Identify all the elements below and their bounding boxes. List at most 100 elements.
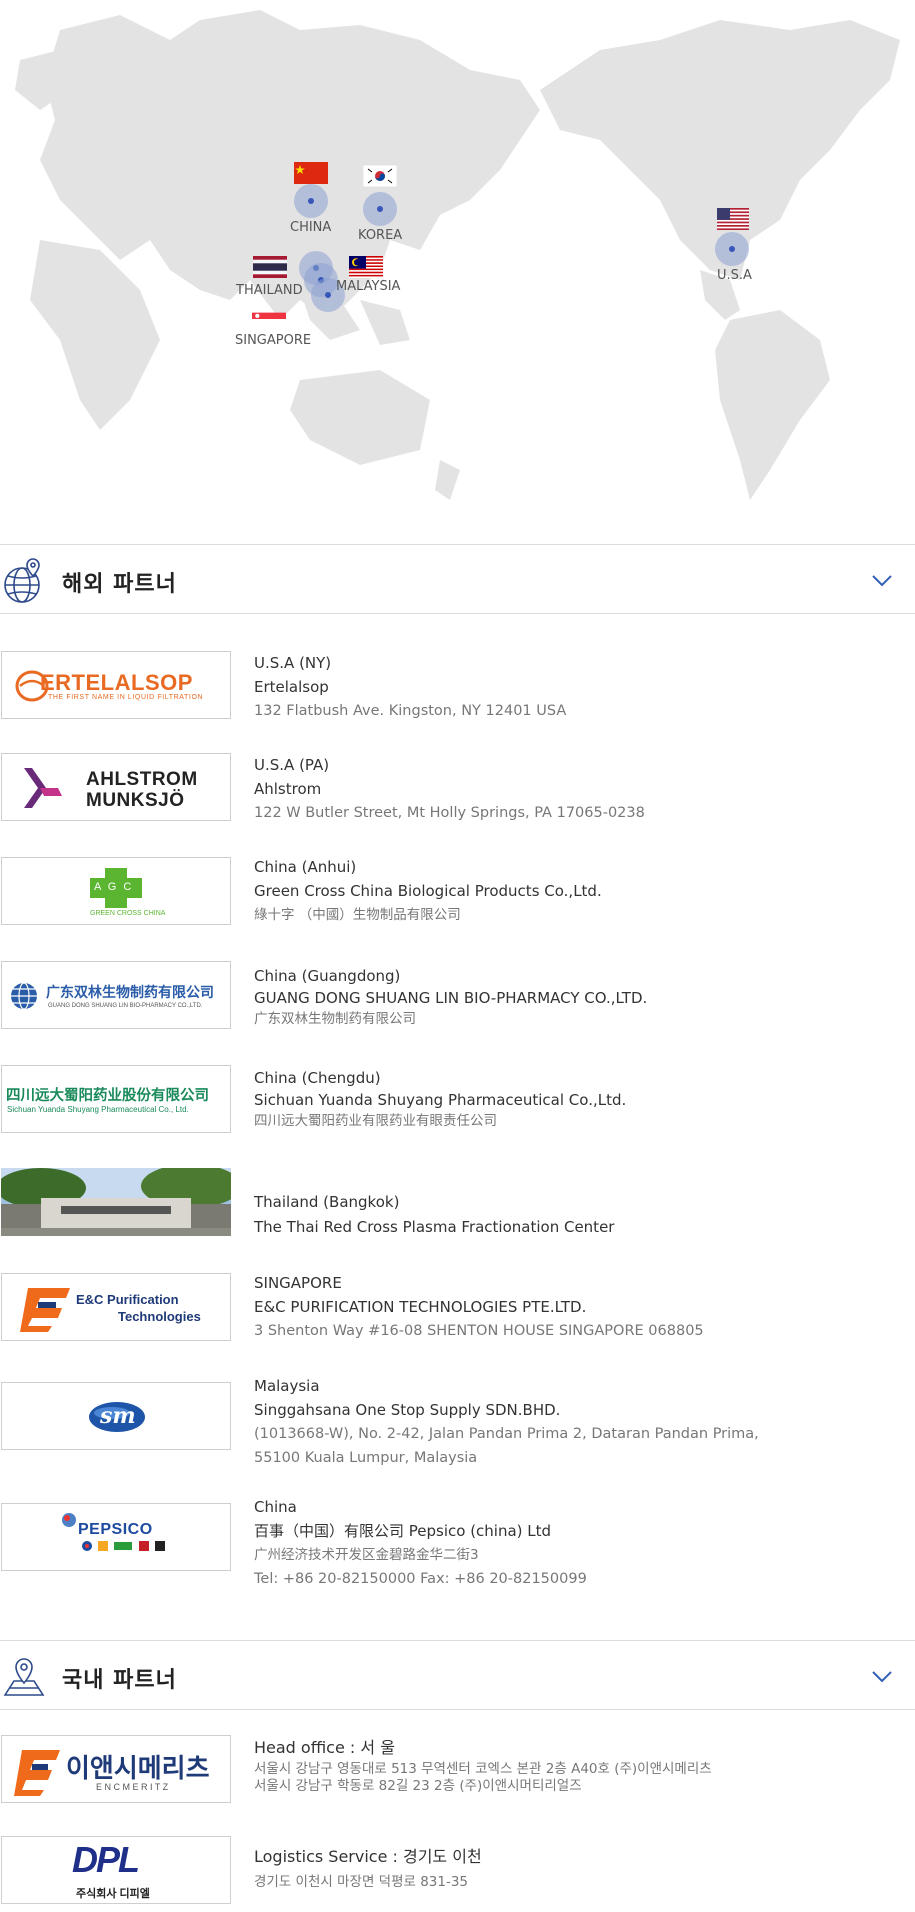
partner-info: Malaysia Singgahsana One Stop Supply SDN…: [254, 1374, 894, 1470]
map-label-malaysia: MALAYSIA: [336, 279, 401, 294]
partner-name: Sichuan Yuanda Shuyang Pharmaceutical Co…: [254, 1091, 627, 1109]
sm-logo: sm: [1, 1382, 231, 1450]
partner-address-line-2: 서울시 강남구 학동로 82길 23 2층 (주)이앤시머티리얼즈: [254, 1778, 582, 1794]
partner-address-line-2: 55100 Kuala Lumpur, Malaysia: [254, 1450, 478, 1466]
partner-info: China (Anhui) Green Cross China Biologic…: [254, 855, 894, 927]
partner-name: GUANG DONG SHUANG LIN BIO-PHARMACY CO.,L…: [254, 989, 648, 1007]
ahlstrom-logo: AHLSTROM MUNKSJÖ: [1, 753, 231, 821]
partner-info: U.S.A (PA) Ahlstrom 122 W Butler Street,…: [254, 753, 894, 825]
usa-flag-icon: [717, 208, 749, 230]
partner-address: (1013668-W), No. 2-42, Jalan Pandan Prim…: [254, 1426, 759, 1442]
china-flag-icon: [294, 162, 328, 184]
chevron-down-icon[interactable]: [869, 1663, 895, 1689]
partner-info: China (Guangdong) GUANG DONG SHUANG LIN …: [254, 965, 894, 1029]
domestic-partners-header[interactable]: 국내 파트너: [0, 1640, 915, 1710]
partner-address: 132 Flatbush Ave. Kingston, NY 12401 USA: [254, 703, 567, 719]
enc-purification-logo: E&C Purification Technologies: [1, 1273, 231, 1341]
map-label-china: CHINA: [290, 220, 332, 235]
overseas-partners-title: 해외 파트너: [62, 572, 177, 597]
map-pin-icon: [3, 1658, 45, 1696]
partner-contact: Tel: +86 20-82150000 Fax: +86 20-8215009…: [254, 1571, 587, 1587]
partner-region: China: [254, 1498, 297, 1516]
yuanda-logo: 四川远大蜀阳药业股份有限公司 Sichuan Yuanda Shuyang Ph…: [1, 1065, 231, 1133]
partner-name: Ertelalsop: [254, 678, 329, 696]
partner-info: U.S.A (NY) Ertelalsop 132 Flatbush Ave. …: [254, 651, 894, 723]
pepsico-logo-text: PEPSICO: [78, 1521, 153, 1538]
map-marker-thailand[interactable]: THAILAND: [236, 256, 303, 298]
partner-region: Logistics Service : 경기도 이천: [254, 1847, 482, 1866]
partner-name: Ahlstrom: [254, 780, 322, 798]
domestic-partners-title: 국내 파트너: [62, 1668, 177, 1693]
map-marker-korea[interactable]: KOREA: [358, 165, 402, 243]
shuanglin-logo: 广东双林生物制药有限公司 GUANG DONG SHUANG LIN BIO-P…: [1, 961, 231, 1029]
partner-name: Green Cross China Biological Products Co…: [254, 882, 602, 900]
partner-address: 广州经济技术开发区金碧路金华二街3: [254, 1547, 479, 1563]
korea-flag-icon: [363, 165, 397, 187]
partner-info: Thailand (Bangkok) The Thai Red Cross Pl…: [254, 1190, 894, 1240]
partner-info: China 百事（中国）有限公司 Pepsico (china) Ltd 广州经…: [254, 1495, 894, 1591]
encmeritz-logo-sub: E N C M E R I T Z: [96, 1782, 169, 1792]
encmeritz-logo-text: 이앤시메리츠: [66, 1753, 210, 1783]
usa-dot-icon: [715, 232, 749, 266]
partner-region: China (Chengdu): [254, 1069, 381, 1087]
thai-redcross-photo-art: [1, 1168, 231, 1236]
overseas-partners-header[interactable]: 해외 파트너: [0, 544, 915, 614]
thai-redcross-photo: [1, 1168, 231, 1236]
partner-address: 四川远大蜀阳药业有限药业有眼责任公司: [254, 1113, 497, 1129]
enc-purification-logo-art: [20, 1288, 70, 1332]
map-marker-malaysia[interactable]: MALAYSIA: [336, 256, 400, 294]
encmeritz-logo: 이앤시메리츠 E N C M E R I T Z: [1, 1735, 231, 1803]
partner-name: The Thai Red Cross Plasma Fractionation …: [254, 1218, 615, 1236]
partner-address: 122 W Butler Street, Mt Holly Springs, P…: [254, 805, 645, 821]
shuanglin-logo-sub: GUANG DONG SHUANG LIN BIO-PHARMACY CO.,L…: [48, 1003, 203, 1009]
world-map: CHINA KOREA THAILAND MALAYSIA SINGAPORE …: [0, 0, 915, 520]
map-label-korea: KOREA: [358, 228, 403, 243]
partner-name: E&C PURIFICATION TECHNOLOGIES PTE.LTD.: [254, 1298, 587, 1316]
partner-region: China (Guangdong): [254, 967, 401, 985]
dpl-logo: DPL 주식회사 디피엘: [1, 1836, 231, 1904]
enc-purification-logo-sub: Technologies: [118, 1309, 201, 1324]
sm-logo-text: sm: [100, 1403, 136, 1429]
dpl-logo-text: DPL: [72, 1839, 140, 1880]
green-cross-logo-sub: GREEN CROSS CHINA: [90, 910, 166, 917]
partner-info: SINGAPORE E&C PURIFICATION TECHNOLOGIES …: [254, 1271, 894, 1343]
map-cluster-dots: [299, 251, 345, 312]
map-marker-usa[interactable]: U.S.A: [715, 208, 752, 283]
partner-region: China (Anhui): [254, 858, 357, 876]
partner-info: China (Chengdu) Sichuan Yuanda Shuyang P…: [254, 1067, 894, 1131]
partner-address: 서울시 강남구 영동대로 513 무역센터 코엑스 본관 2층 A40호 (주)…: [254, 1761, 712, 1777]
partner-info: Head office : 서 울 서울시 강남구 영동대로 513 무역센터 …: [254, 1735, 894, 1795]
pepsico-logo: PEPSICO: [1, 1503, 231, 1571]
partner-name: Singgahsana One Stop Supply SDN.BHD.: [254, 1401, 561, 1419]
partner-address: 广东双林生物制药有限公司: [254, 1011, 416, 1027]
partner-region: SINGAPORE: [254, 1274, 342, 1292]
yuanda-logo-text: 四川远大蜀阳药业股份有限公司: [6, 1088, 209, 1104]
partner-region: U.S.A (PA): [254, 756, 330, 774]
globe-pin-icon: [4, 558, 40, 603]
singapore-flag-icon: [252, 312, 286, 326]
chevron-down-icon[interactable]: [869, 567, 895, 593]
thailand-flag-icon: [253, 256, 287, 278]
map-marker-china[interactable]: CHINA: [290, 162, 331, 235]
yuanda-logo-sub: Sichuan Yuanda Shuyang Pharmaceutical Co…: [7, 1105, 189, 1114]
partner-address: 경기도 이천시 마장면 덕평로 831-35: [254, 1874, 469, 1890]
world-map-landmass: [15, 10, 900, 500]
ertelalsop-logo-sub: THE FIRST NAME IN LIQUID FILTRATION: [48, 694, 204, 701]
map-label-thailand: THAILAND: [236, 283, 303, 298]
ahlstrom-logo-text: AHLSTROM: [86, 769, 198, 790]
map-marker-singapore[interactable]: SINGAPORE: [235, 308, 311, 348]
green-cross-logo-text: A G C: [94, 881, 134, 893]
shuanglin-logo-text: 广东双林生物制药有限公司: [46, 984, 214, 1000]
malaysia-flag-icon: [349, 256, 383, 278]
partner-region: Thailand (Bangkok): [254, 1193, 400, 1211]
green-cross-logo: A G C GREEN CROSS CHINA: [1, 857, 231, 925]
ertelalsop-logo: ERTELALSOP THE FIRST NAME IN LIQUID FILT…: [1, 651, 231, 719]
partner-region: Head office : 서 울: [254, 1738, 395, 1757]
dpl-logo-sub: 주식회사 디피엘: [76, 1888, 150, 1900]
ahlstrom-logo-sub: MUNKSJÖ: [86, 790, 185, 811]
china-dot-icon: [294, 184, 328, 218]
partner-info: Logistics Service : 경기도 이천 경기도 이천시 마장면 덕…: [254, 1844, 894, 1894]
partner-address: 3 Shenton Way #16-08 SHENTON HOUSE SINGA…: [254, 1323, 704, 1339]
map-label-usa: U.S.A: [717, 268, 752, 283]
partner-region: Malaysia: [254, 1377, 320, 1395]
